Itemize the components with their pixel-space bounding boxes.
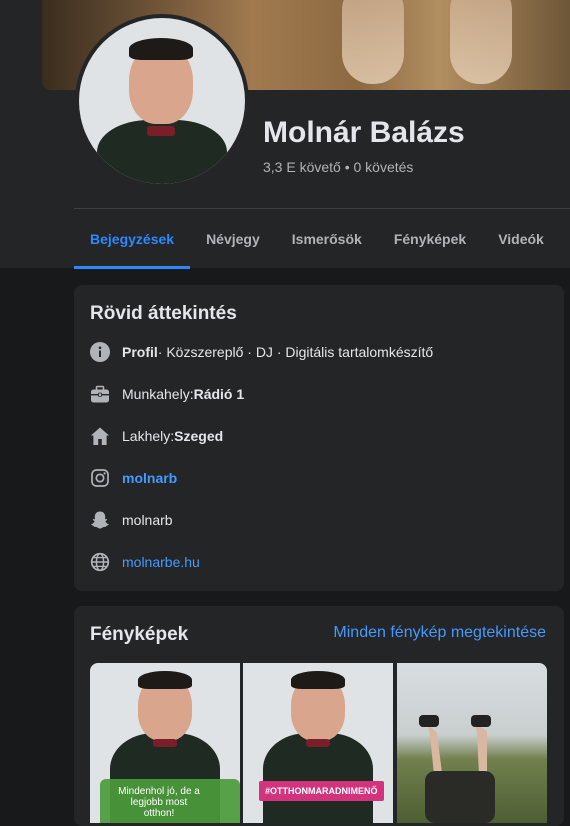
see-all-photos-link[interactable]: Minden fénykép megtekintése: [333, 624, 546, 642]
intro-website-row: molnarbe.hu: [90, 550, 200, 574]
photo-thumbnail[interactable]: Mindenhol jó, de a legjobb most otthon!: [90, 663, 240, 823]
info-icon: [90, 342, 110, 362]
tab-photos[interactable]: Fényképek: [378, 209, 482, 269]
profile-name: Molnár Balázs: [263, 116, 465, 149]
tab-posts[interactable]: Bejegyzések: [74, 209, 191, 269]
globe-icon: [90, 552, 110, 572]
snapchat-icon: [90, 510, 110, 530]
photo-caption: Mindenhol jó, de a legjobb most otthon!: [118, 786, 200, 819]
photos-card: Fényképek Minden fénykép megtekintése Mi…: [74, 606, 564, 826]
intro-snapchat-row: molnarb: [90, 508, 173, 532]
tab-about[interactable]: Névjegy: [190, 209, 276, 269]
profile-tabs: Bejegyzések Névjegy Ismerősök Fényképek …: [74, 209, 560, 269]
snapchat-username: molnarb: [122, 512, 173, 528]
profile-header: Molnár Balázs 3,3 E követő • 0 követés B…: [0, 0, 570, 269]
intro-profile-row: Profil · Közszereplő · DJ · Digitális ta…: [90, 340, 433, 364]
intro-profile-label: Profil: [122, 344, 158, 360]
intro-title: Rövid áttekintés: [90, 303, 237, 324]
intro-instagram-row: molnarb: [90, 466, 177, 490]
intro-work-prefix: Munkahely:: [122, 386, 194, 402]
home-icon: [90, 426, 110, 446]
website-link[interactable]: molnarbe.hu: [122, 554, 200, 570]
photo-hashtag: #OTTHONMARADNIMENŐ: [259, 781, 384, 801]
instagram-icon: [90, 468, 110, 488]
photo-thumbnail[interactable]: [397, 663, 547, 823]
intro-card: Rövid áttekintés Profil · Közszereplő · …: [74, 285, 564, 591]
profile-avatar[interactable]: [75, 14, 249, 188]
photo-thumbnail[interactable]: #OTTHONMARADNIMENŐ: [243, 663, 393, 823]
intro-home-row: Lakhely: Szeged: [90, 424, 223, 448]
intro-profile-text: · Közszereplő · DJ · Digitális tartalomk…: [157, 344, 434, 360]
photos-title: Fényképek: [90, 624, 189, 645]
tab-friends[interactable]: Ismerősök: [276, 209, 378, 269]
briefcase-icon: [90, 384, 110, 404]
instagram-link[interactable]: molnarb: [122, 470, 177, 486]
intro-work-row: Munkahely: Rádió 1: [90, 382, 244, 406]
intro-home-value[interactable]: Szeged: [174, 428, 223, 444]
intro-work-value[interactable]: Rádió 1: [194, 386, 245, 402]
follower-count[interactable]: 3,3 E követő • 0 követés: [263, 159, 413, 175]
tab-videos[interactable]: Videók: [482, 209, 560, 269]
intro-home-prefix: Lakhely:: [122, 428, 175, 444]
